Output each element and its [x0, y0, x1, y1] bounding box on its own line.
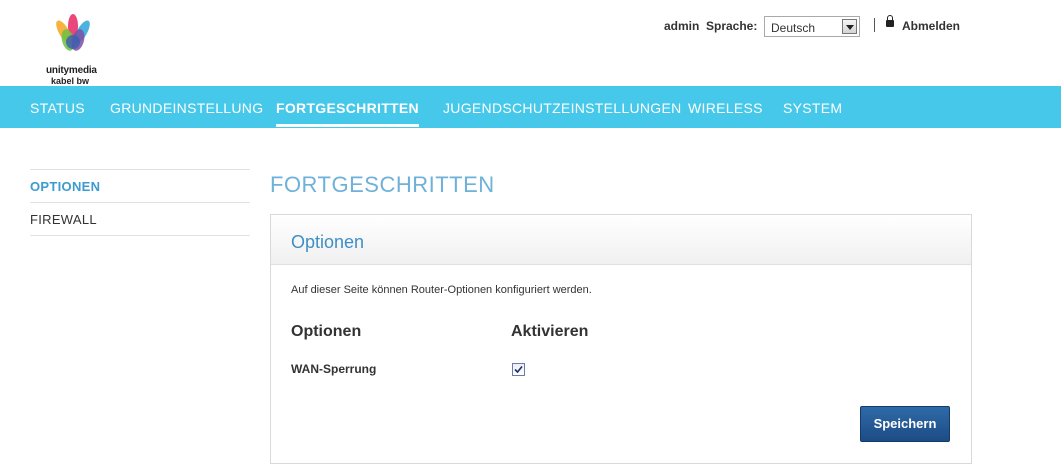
brand-name: unitymedia [46, 65, 97, 76]
nav-item-fortgeschritten[interactable]: FORTGESCHRITTEN [276, 86, 419, 128]
save-button[interactable]: Speichern [860, 406, 950, 442]
sidebar-item-firewall[interactable]: FIREWALL [30, 202, 250, 236]
column-header-activate: Aktivieren [511, 323, 589, 340]
main-nav: STATUS GRUNDEINSTELLUNG FORTGESCHRITTEN … [0, 86, 1061, 128]
page-title: FORTGESCHRITTEN [270, 172, 495, 197]
panel-title: Optionen [291, 232, 365, 252]
wan-lock-checkbox[interactable] [512, 363, 525, 376]
checkmark-icon [514, 365, 523, 374]
nav-item-system[interactable]: SYSTEM [783, 86, 842, 128]
unitymedia-logo[interactable]: unitymedia kabel bw [40, 12, 106, 86]
header: unitymedia kabel bw admin Sprache: Deuts… [0, 0, 1061, 86]
nav-item-grundeinstellung[interactable]: GRUNDEINSTELLUNG [110, 86, 263, 128]
language-select[interactable]: Deutsch [764, 16, 860, 37]
wan-lock-label: WAN-Sperrung [291, 362, 377, 376]
sidebar: OPTIONEN FIREWALL [30, 169, 250, 236]
language-label: Sprache: [706, 19, 758, 33]
brand-subname: kabel bw [51, 76, 90, 86]
divider [874, 18, 875, 32]
lock-icon [886, 15, 894, 27]
nav-item-wireless[interactable]: WIRELESS [688, 86, 763, 128]
sidebar-item-optionen[interactable]: OPTIONEN [30, 169, 250, 202]
logo-flower-icon [56, 14, 90, 51]
dropdown-arrow-icon[interactable] [842, 19, 857, 34]
logout-label: Abmelden [902, 19, 961, 33]
username: admin [664, 19, 700, 33]
nav-item-jugendschutzeinstellungen[interactable]: JUGENDSCHUTZEINSTELLUNGEN [443, 86, 682, 128]
language-select-value: Deutsch [771, 21, 816, 35]
panel-description: Auf dieser Seite können Router-Optionen … [291, 284, 592, 296]
column-header-options: Optionen [291, 323, 362, 340]
options-panel: Optionen Auf dieser Seite können Router-… [270, 214, 972, 464]
nav-item-status[interactable]: STATUS [30, 86, 85, 128]
panel-header: Optionen [271, 215, 971, 265]
